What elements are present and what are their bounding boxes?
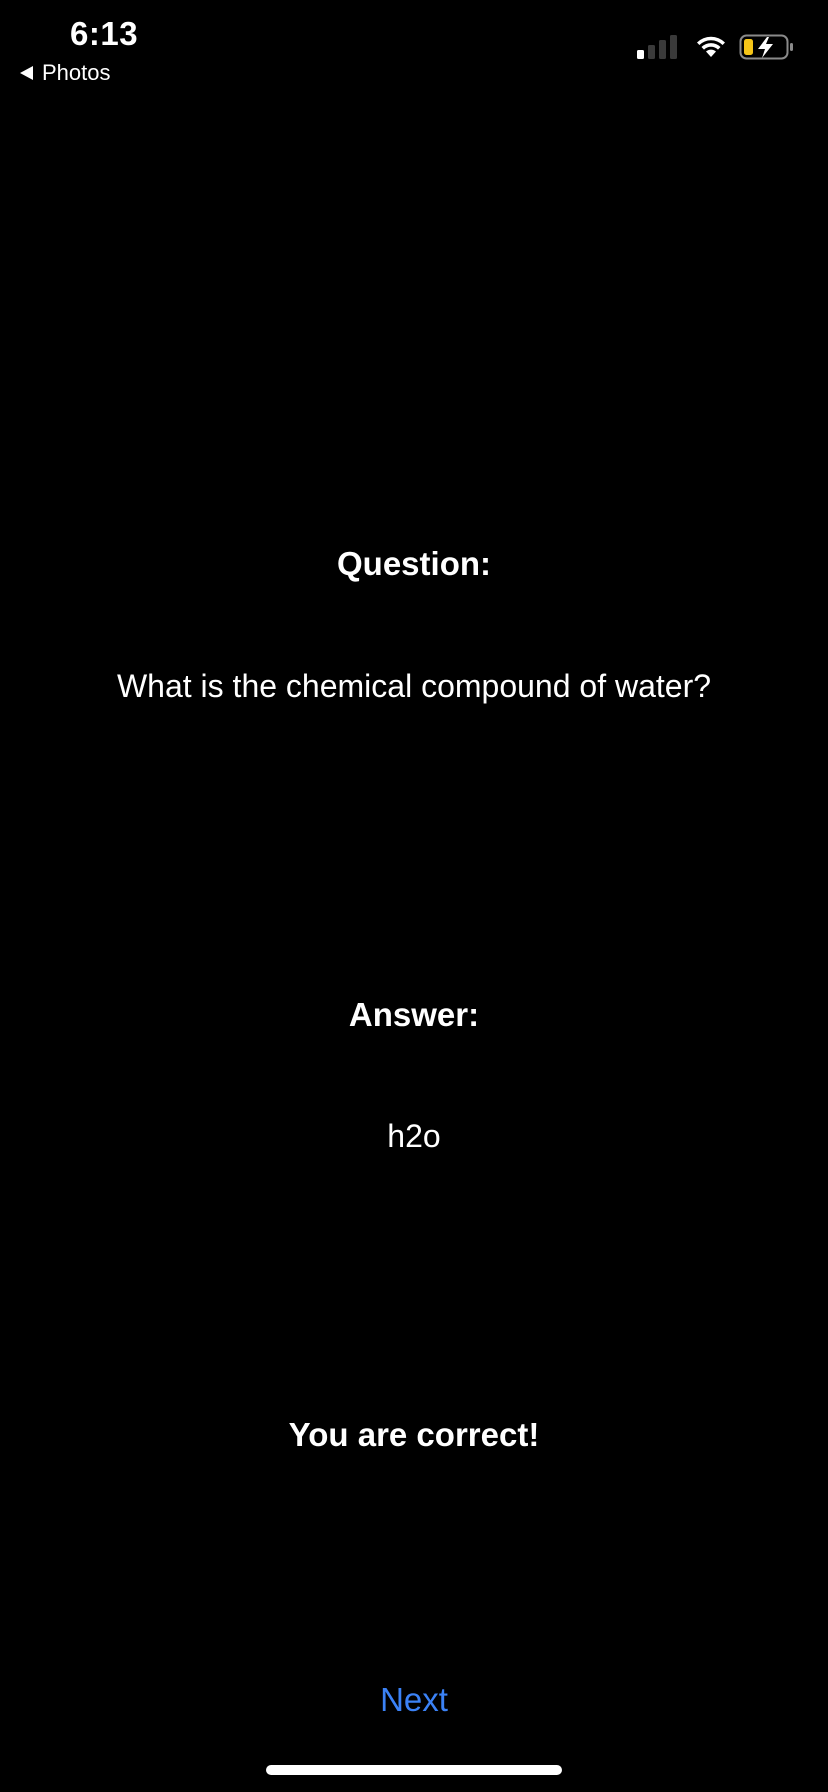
back-to-photos-link[interactable]: Photos: [20, 60, 111, 86]
answer-text: h2o: [387, 1118, 441, 1154]
answer-label: Answer:: [348, 996, 480, 1033]
back-link-label: Photos: [42, 60, 111, 85]
question-label: Question:: [337, 545, 491, 582]
cellular-signal-icon: [637, 35, 677, 59]
status-bar: 6:13 Photos: [0, 0, 828, 100]
next-button[interactable]: Next: [0, 1681, 828, 1719]
question-text: What is the chemical compound of water?: [116, 668, 712, 704]
home-indicator[interactable]: [266, 1765, 562, 1775]
result-message: You are correct!: [288, 1416, 540, 1453]
battery-charging-icon: [739, 34, 793, 60]
status-icons: [637, 34, 795, 60]
wifi-icon: [697, 36, 725, 57]
status-time: 6:13: [70, 15, 139, 52]
back-arrow-icon: [20, 66, 33, 80]
